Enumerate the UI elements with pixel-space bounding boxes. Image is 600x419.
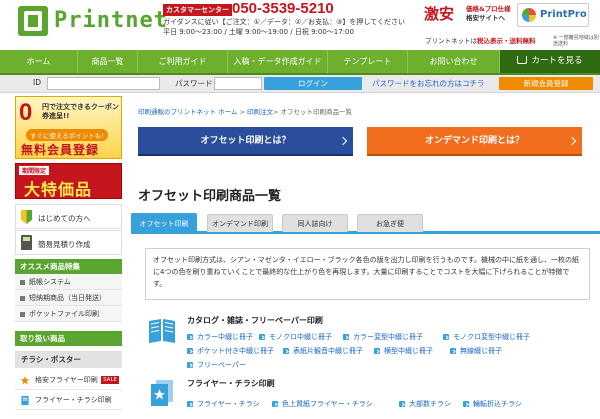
calculator-icon [21, 235, 32, 250]
tax-shipping-note: プリントネットは税込表示・送料無料 [425, 37, 536, 45]
promo-big-text: 激安 [424, 5, 455, 23]
beginner-link[interactable]: はじめての方へ [15, 204, 122, 229]
discount-site-banner[interactable]: 激安 価格&プロ仕様 格安サイトへ [424, 3, 511, 29]
link-flyer[interactable]: フライヤー・チラシ [187, 399, 260, 409]
customer-center-phone: 050-3539-5210 [232, 0, 334, 17]
beginner-mark-icon [21, 210, 32, 224]
print-type-tabs: オフセット印刷 オンデマンド印刷 同人誌向け お急ぎ便 [131, 212, 600, 234]
id-input[interactable] [47, 77, 160, 90]
category-catalog-title: カタログ・雑誌・フリーペーパー印刷 [187, 316, 323, 325]
tab-ondemand[interactable]: オンデマンド印刷 [207, 214, 273, 232]
ad-free-register-text: 無料会員登録 [21, 143, 100, 157]
link-mono-saddle[interactable]: モノクロ中綴じ冊子 [259, 332, 332, 342]
password-label: パスワード [175, 79, 213, 88]
nav-products[interactable]: 商品一覧 [78, 50, 138, 73]
product-cheap-flyer[interactable]: 格安フライヤー印刷 SALE [15, 371, 122, 390]
login-button[interactable]: ログイン [264, 77, 362, 90]
tab-offset[interactable]: オフセット印刷 [131, 213, 197, 233]
link-large-volume-flyer[interactable]: 大部数チラシ [399, 399, 451, 409]
product-flyer[interactable]: フライヤー・チラシ印刷 [15, 391, 122, 410]
link-perfect-binding[interactable]: 無線綴じ冊子 [450, 346, 502, 356]
phone-guidance-text: ガイダンスに従い【ご注文：①／データ：②／お支払：③】を押してください [163, 18, 405, 26]
login-bar: ID パスワード ログイン パスワードをお忘れの方はコチラ 新規会員登録 [0, 75, 600, 93]
chevron-right-icon [338, 136, 348, 146]
cart-button[interactable]: カートを見る [500, 50, 600, 73]
link-rotary-insert-flyer[interactable]: 輪転折込チラシ [463, 399, 522, 409]
products-sub-flyer-poster[interactable]: チラシ・ポスター [15, 351, 122, 368]
main-nav: ホーム 商品一覧 ご利用ガイド 入稿・データ作成ガイド テンプレート お問い合わ… [0, 50, 600, 75]
tab-doujinshi[interactable]: 同人誌向け [282, 214, 348, 232]
link-pocket-saddle[interactable]: ポケット付き中綴じ冊子 [187, 346, 274, 356]
nav-guide[interactable]: ご利用ガイド [138, 50, 228, 73]
printpro-label: PrintPro [540, 9, 587, 20]
breadcrumb-order[interactable]: 印刷注文 [247, 108, 273, 116]
ad-coupon-text: 円で注文できるクーポン券進呈!! [42, 103, 119, 120]
id-label: ID [33, 78, 41, 87]
big-sale-text: 大特価品 [24, 180, 93, 199]
link-free-paper[interactable]: フリーペーパー [187, 360, 246, 370]
category-flyer: フライヤー・チラシ印刷 フライヤー・チラシ 色上質紙フライヤー・チラシ 大部数チ… [147, 378, 597, 418]
password-input[interactable] [214, 77, 262, 90]
what-is-offset-button[interactable]: オフセット印刷とは？ [138, 127, 353, 156]
link-mono-custom-saddle[interactable]: モノクロ変型中綴じ冊子 [443, 332, 530, 342]
sidebar: 0 円で注文できるクーポン券進呈!! すぐに使えるポイントも! 無料会員登録 期… [13, 96, 124, 419]
tab-express[interactable]: お急ぎ便 [357, 214, 423, 232]
main-content: 印刷通販のプリントネット ホーム > 印刷注文> オフセット印刷商品一覧 オフセ… [131, 96, 600, 419]
island-shipping-note: ※ 一部離島地域は別途送料 [553, 35, 599, 47]
page-title: オフセット印刷商品一覧 [138, 189, 282, 204]
what-is-ondemand-button[interactable]: オンデマンド印刷とは？ [367, 127, 582, 156]
free-member-banner[interactable]: 0 円で注文できるクーポン券進呈!! すぐに使えるポイントも! 無料会員登録 [15, 96, 122, 159]
breadcrumb: 印刷通販のプリントネット ホーム > 印刷注文> オフセット印刷商品一覧 [138, 108, 353, 116]
sale-badge: SALE [101, 376, 119, 384]
promo-line-1: 価格&プロ仕様 [466, 5, 511, 13]
site-header: Printnet カスタマーセンター 050-3539-5210 ガイダンスに従… [0, 0, 600, 49]
customer-center-badge: カスタマーセンター [163, 4, 232, 16]
estimate-link[interactable]: 簡易見積り作成 [15, 230, 122, 255]
cart-icon [517, 56, 528, 64]
link-landscape-saddle[interactable]: 横型中綴じ冊子 [374, 346, 433, 356]
breadcrumb-home[interactable]: 印刷通販のプリントネット ホーム [138, 108, 237, 116]
ad-points-tag: すぐに使えるポイントも! [26, 129, 108, 141]
flyer-sheet-icon [151, 380, 173, 406]
printpro-banner[interactable]: PrintPro [517, 3, 589, 27]
link-gatefold-saddle[interactable]: 表紙片観音中綴じ冊子 [283, 346, 363, 356]
business-hours-text: 平日 9:00～23:00 / 土曜 9:00～19:00 / 日祝 9:00～… [163, 28, 354, 36]
limited-sale-banner[interactable]: 期間限定 大特価品 [15, 163, 122, 199]
category-flyer-title: フライヤー・チラシ印刷 [187, 379, 275, 388]
limited-time-badge: 期間限定 [19, 166, 50, 175]
link-colored-paper-flyer[interactable]: 色上質紙フライヤー・チラシ [272, 399, 373, 409]
nav-data-guide[interactable]: 入稿・データ作成ガイド [228, 50, 328, 73]
featured-item-paper-system[interactable]: 紙帳システム [15, 275, 122, 290]
category-catalog: カタログ・雑誌・フリーペーパー印刷 カラー中綴じ冊子 モノクロ中綴じ冊子 カラー… [147, 315, 597, 371]
register-button[interactable]: 新規会員登録 [499, 77, 593, 90]
star-icon [20, 376, 30, 385]
flyer-icon [21, 396, 29, 405]
open-book-icon [149, 319, 175, 343]
promo-line-2: 格安サイトへ [466, 14, 505, 22]
breadcrumb-current: オフセット印刷商品一覧 [280, 108, 353, 116]
logo-text: Printnet [54, 8, 168, 33]
offset-description: オフセット印刷方式は、シアン・マゼンタ・イエロー・ブラック各色の版を出力し印刷を… [145, 248, 590, 300]
link-color-saddle[interactable]: カラー中綴じ冊子 [187, 332, 253, 342]
products-heading: 取り扱い商品 [15, 331, 122, 346]
featured-item-short-delivery[interactable]: 短納期商品（当日発送） [15, 291, 122, 306]
site-logo[interactable]: Printnet [18, 6, 167, 36]
featured-heading: オススメ商品特集 [15, 259, 122, 274]
chevron-right-icon [567, 136, 577, 146]
ad-zero-yen: 0 [19, 99, 33, 126]
forgot-password-link[interactable]: パスワードをお忘れの方はコチラ [372, 78, 485, 89]
nav-contact[interactable]: お問い合わせ [408, 50, 500, 73]
nav-home[interactable]: ホーム [0, 50, 78, 73]
nav-template[interactable]: テンプレート [328, 50, 408, 73]
logo-icon [18, 6, 48, 36]
link-color-custom-saddle[interactable]: カラー変型中綴じ冊子 [343, 332, 423, 342]
printpro-logo-icon [522, 8, 536, 22]
featured-item-pocket-file[interactable]: ポケットファイル印刷 [15, 307, 122, 322]
